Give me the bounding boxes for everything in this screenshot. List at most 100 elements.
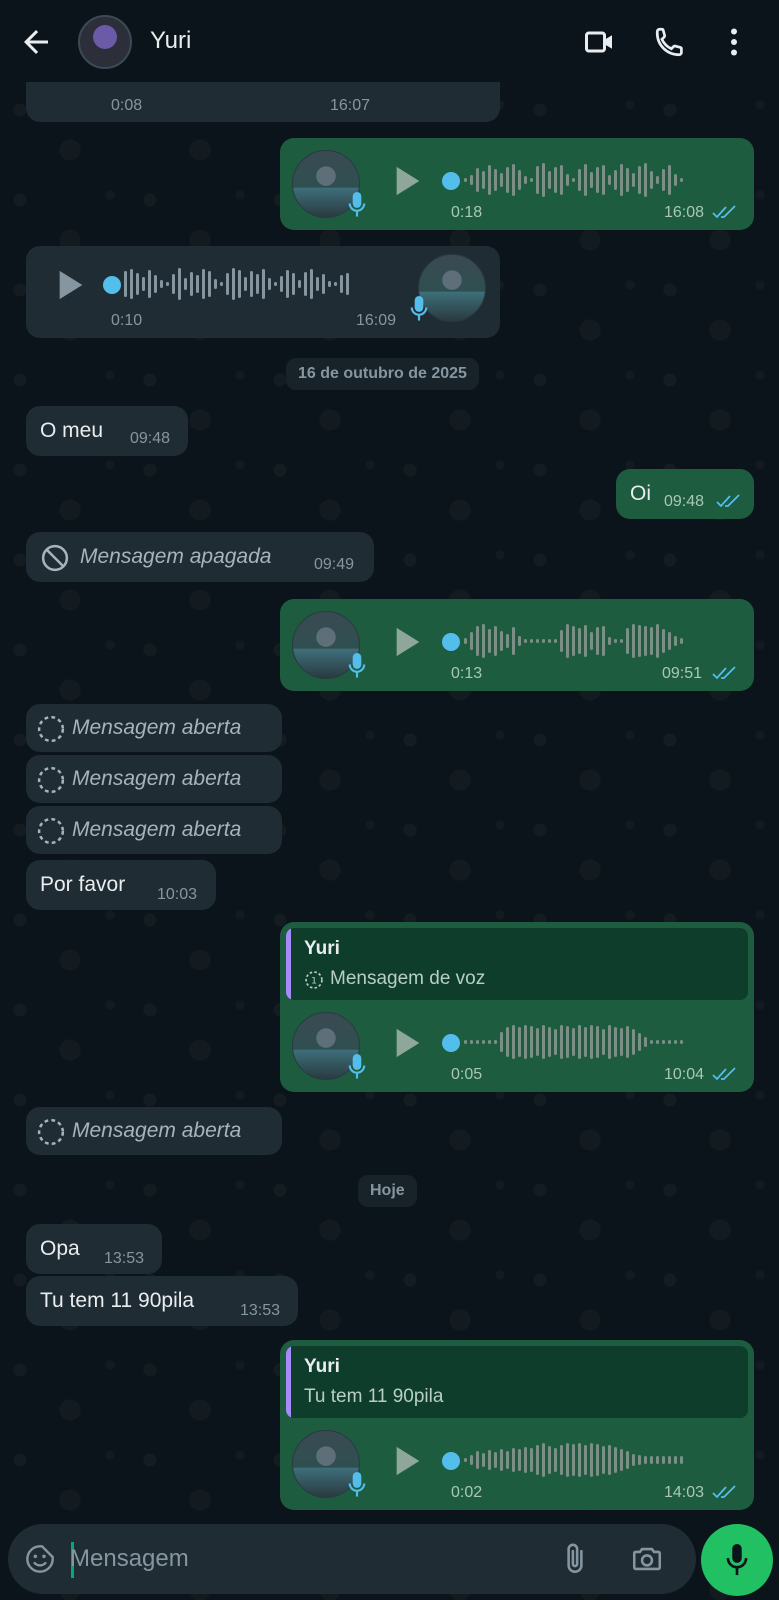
contact-name[interactable]: Yuri bbox=[150, 27, 191, 55]
playback-scrubber[interactable] bbox=[442, 172, 460, 190]
message-time: 09:48 bbox=[130, 430, 171, 447]
play-icon[interactable] bbox=[393, 1444, 423, 1478]
text-message-incoming[interactable]: Por favor 10:03 bbox=[26, 860, 216, 910]
phone-icon[interactable] bbox=[652, 24, 688, 60]
voice-duration: 0:05 bbox=[451, 1066, 483, 1083]
voice-reply-outgoing[interactable]: Yuri Tu tem 11 90pila 0:02 14:03 bbox=[280, 1340, 754, 1510]
deleted-message[interactable]: Mensagem apagada 09:49 bbox=[26, 532, 374, 582]
message-time: 09:49 bbox=[314, 556, 355, 573]
voice-message-outgoing[interactable]: 0:18 16:08 bbox=[280, 138, 754, 230]
microphone-icon bbox=[348, 192, 366, 217]
voice-waveform[interactable] bbox=[124, 264, 349, 304]
message-text: Por favor bbox=[40, 873, 126, 896]
message-time: 13:53 bbox=[104, 1250, 145, 1267]
text-message-incoming[interactable]: Tu tem 11 90pila 13:53 bbox=[26, 1276, 298, 1326]
message-time: 16:09 bbox=[356, 312, 397, 329]
quoted-message[interactable]: Yuri Tu tem 11 90pila bbox=[286, 1346, 748, 1418]
message-composer bbox=[8, 1524, 696, 1594]
text-message-incoming[interactable]: Opa 13:53 bbox=[26, 1224, 162, 1274]
view-once-icon bbox=[37, 766, 65, 794]
read-ticks-icon bbox=[716, 494, 740, 508]
play-icon[interactable] bbox=[393, 625, 423, 659]
view-once-message[interactable]: Mensagem aberta bbox=[26, 806, 282, 854]
quoted-text: Tu tem 11 90pila bbox=[304, 1386, 444, 1407]
message-text: Mensagem aberta bbox=[72, 1119, 242, 1142]
quoted-text: Mensagem de voz bbox=[330, 968, 486, 989]
playback-scrubber[interactable] bbox=[103, 276, 121, 294]
prohibited-icon bbox=[41, 544, 69, 572]
contact-avatar[interactable] bbox=[78, 15, 132, 69]
quoted-sender: Yuri bbox=[304, 1356, 340, 1377]
microphone-icon bbox=[726, 1543, 748, 1576]
microphone-icon bbox=[348, 653, 366, 678]
camera-icon[interactable] bbox=[630, 1542, 664, 1576]
message-text: Oi bbox=[630, 482, 651, 505]
view-once-message[interactable]: Mensagem aberta bbox=[26, 755, 282, 803]
arrow-left-icon[interactable] bbox=[18, 24, 54, 60]
message-time: 14:03 bbox=[664, 1484, 705, 1501]
message-text: Mensagem aberta bbox=[72, 818, 242, 841]
voice-waveform[interactable] bbox=[464, 1440, 683, 1480]
text-message-outgoing[interactable]: Oi 09:48 bbox=[616, 469, 754, 519]
voice-message-incoming[interactable]: 0:10 16:09 bbox=[26, 246, 500, 338]
message-text: Mensagem aberta bbox=[72, 767, 242, 790]
record-voice-button[interactable] bbox=[701, 1524, 773, 1596]
view-once-icon bbox=[37, 715, 65, 743]
date-separator: Hoje bbox=[358, 1175, 417, 1207]
play-icon[interactable] bbox=[393, 1026, 423, 1060]
play-icon[interactable] bbox=[393, 164, 423, 198]
view-once-icon bbox=[37, 817, 65, 845]
message-text: O meu bbox=[40, 419, 104, 442]
video-camera-icon[interactable] bbox=[582, 24, 618, 60]
view-once-message[interactable]: Mensagem aberta bbox=[26, 704, 282, 752]
paperclip-icon[interactable] bbox=[558, 1542, 592, 1576]
playback-scrubber[interactable] bbox=[442, 1452, 460, 1470]
voice-waveform[interactable] bbox=[464, 160, 683, 200]
sticker-icon[interactable] bbox=[24, 1543, 56, 1575]
more-vertical-icon[interactable] bbox=[716, 24, 752, 60]
voice-duration: 0:10 bbox=[111, 312, 143, 329]
read-ticks-icon bbox=[712, 1067, 736, 1081]
message-text: Mensagem aberta bbox=[72, 716, 242, 739]
message-text: Tu tem 11 90pila bbox=[40, 1289, 195, 1312]
text-message-incoming[interactable]: O meu 09:48 bbox=[26, 406, 188, 456]
voice-message-outgoing[interactable]: 0:13 09:51 bbox=[280, 599, 754, 691]
message-text: Opa bbox=[40, 1237, 80, 1260]
message-time: 09:48 bbox=[664, 493, 705, 510]
svg-text:1: 1 bbox=[311, 975, 317, 986]
voice-waveform[interactable] bbox=[464, 1022, 683, 1062]
message-time: 16:08 bbox=[664, 204, 705, 221]
voice-duration: 0:08 bbox=[111, 97, 143, 114]
voice-waveform[interactable] bbox=[464, 621, 683, 661]
microphone-icon bbox=[348, 1054, 366, 1079]
playback-scrubber[interactable] bbox=[442, 633, 460, 651]
date-separator: 16 de outubro de 2025 bbox=[286, 358, 479, 390]
microphone-icon bbox=[348, 1472, 366, 1497]
quoted-sender: Yuri bbox=[304, 938, 340, 959]
voice-duration: 0:02 bbox=[451, 1484, 483, 1501]
message-time: 09:51 bbox=[662, 665, 703, 682]
quote-bar bbox=[286, 928, 291, 1000]
microphone-icon bbox=[410, 296, 428, 321]
playback-scrubber[interactable] bbox=[442, 1034, 460, 1052]
view-once-icon: 1 bbox=[305, 971, 323, 989]
voice-duration: 0:18 bbox=[451, 204, 483, 221]
chat-header: Yuri bbox=[0, 0, 779, 82]
read-ticks-icon bbox=[712, 666, 736, 680]
read-ticks-icon bbox=[712, 205, 736, 219]
message-text: Mensagem apagada bbox=[80, 545, 272, 568]
voice-duration: 0:13 bbox=[451, 665, 483, 682]
sender-avatar bbox=[418, 254, 486, 322]
message-time: 16:07 bbox=[330, 97, 371, 114]
quote-bar bbox=[286, 1346, 291, 1418]
view-once-icon bbox=[37, 1118, 65, 1146]
quoted-message[interactable]: Yuri 1 Mensagem de voz bbox=[286, 928, 748, 1000]
message-time: 13:53 bbox=[240, 1302, 281, 1319]
message-input[interactable] bbox=[70, 1538, 530, 1580]
voice-reply-outgoing[interactable]: Yuri 1 Mensagem de voz 0:05 10:04 bbox=[280, 922, 754, 1092]
play-icon[interactable] bbox=[56, 268, 86, 302]
read-ticks-icon bbox=[712, 1485, 736, 1499]
message-time: 10:03 bbox=[157, 886, 198, 903]
message-time: 10:04 bbox=[664, 1066, 705, 1083]
view-once-message[interactable]: Mensagem aberta bbox=[26, 1107, 282, 1155]
